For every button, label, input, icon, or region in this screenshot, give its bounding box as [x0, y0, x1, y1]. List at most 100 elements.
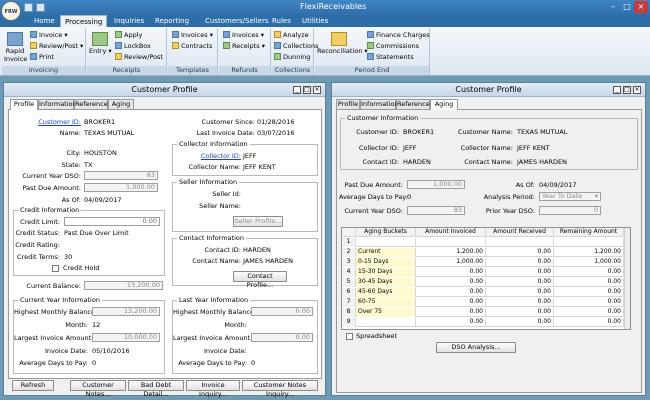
grid-cell-amount-received[interactable]: 0.00 — [486, 318, 554, 327]
commissions-button[interactable]: Commissions — [367, 42, 419, 50]
grid-cell-amount-invoiced[interactable]: 1,200.00 — [416, 248, 486, 257]
invoice-inquiry-button[interactable]: Invoice Inquiry... — [186, 380, 240, 398]
customer-notes-inquiry-button[interactable]: Customer Notes Inquiry... — [242, 380, 318, 398]
maximize-icon[interactable]: □ — [620, 1, 634, 13]
app-logo[interactable]: FRW — [1, 1, 21, 21]
table-row[interactable]: 8 Over 75 0.00 0.00 0.00 — [342, 308, 630, 317]
grid-cell-amount-received[interactable]: 0.00 — [486, 298, 554, 307]
grid-cell-remaining-amount[interactable] — [554, 238, 624, 247]
window-minimize-icon[interactable]: _ — [613, 86, 621, 94]
grid-scrollbar[interactable] — [624, 228, 630, 329]
apply-button[interactable]: Apply — [115, 31, 142, 39]
collections-button[interactable]: Collections — [274, 42, 319, 50]
dso-analysis-button[interactable]: DSO Analysis... — [436, 342, 516, 353]
review-post-button[interactable]: Review/Post ▾ — [30, 42, 83, 50]
tab-reference[interactable]: Reference — [74, 99, 108, 109]
tab-information[interactable]: Information — [360, 99, 399, 109]
table-row[interactable]: 3 0-15 Days 1,000.00 0.00 1,000.00 — [342, 258, 630, 267]
quick-access-undo-icon[interactable] — [36, 3, 45, 12]
grid-cell-remaining-amount[interactable]: 0.00 — [554, 288, 624, 297]
grid-header-amount-invoiced[interactable]: Amount Invoiced — [416, 228, 486, 237]
table-row[interactable]: 2 Current 1,200.00 0.00 1,200.00 — [342, 248, 630, 257]
grid-cell-remaining-amount[interactable]: 0.00 — [554, 278, 624, 287]
grid-cell-remaining-amount[interactable]: 0.00 — [554, 318, 624, 327]
grid-cell-aging-bucket[interactable]: 45-60 Days — [356, 288, 416, 297]
table-row[interactable]: 5 30-45 Days 0.00 0.00 0.00 — [342, 278, 630, 287]
grid-header-remaining-amount[interactable]: Remaining Amount — [554, 228, 624, 237]
grid-cell-amount-received[interactable]: 0.00 — [486, 308, 554, 317]
table-row[interactable]: 1 — [342, 238, 630, 247]
grid-cell-amount-received[interactable]: 0.00 — [486, 258, 554, 267]
tab-customers-sellers[interactable]: Customers/Sellers — [205, 15, 268, 27]
minimize-icon[interactable]: – — [606, 1, 620, 13]
table-row[interactable]: 7 60-75 0.00 0.00 0.00 — [342, 298, 630, 307]
reconciliation-button[interactable]: Reconciliation ▾ — [317, 32, 368, 55]
grid-cell-amount-invoiced[interactable] — [416, 238, 486, 247]
seller-profile-button[interactable]: Seller Profile... — [233, 216, 283, 227]
tab-profile[interactable]: Profile — [336, 99, 360, 109]
grid-cell-remaining-amount[interactable]: 1,200.00 — [554, 248, 624, 257]
grid-cell-remaining-amount[interactable]: 1,000.00 — [554, 258, 624, 267]
tab-profile[interactable]: Profile — [10, 99, 38, 110]
grid-cell-remaining-amount[interactable]: 0.00 — [554, 308, 624, 317]
grid-cell-aging-bucket[interactable]: Over 75 — [356, 308, 416, 317]
tab-aging[interactable]: Aging — [108, 99, 134, 109]
tab-reporting[interactable]: Reporting — [155, 15, 189, 27]
quick-access-save-icon[interactable] — [24, 3, 33, 12]
rapid-invoice-button[interactable]: Rapid Invoice — [4, 32, 27, 63]
grid-cell-amount-invoiced[interactable]: 0.00 — [416, 278, 486, 287]
grid-cell-amount-invoiced[interactable]: 0.00 — [416, 268, 486, 277]
aging-grid[interactable]: Aging Buckets Amount Invoiced Amount Rec… — [341, 227, 631, 330]
grid-cell-amount-invoiced[interactable]: 0.00 — [416, 288, 486, 297]
grid-cell-amount-invoiced[interactable]: 0.00 — [416, 318, 486, 327]
grid-header-amount-received[interactable]: Amount Received — [486, 228, 554, 237]
tab-rules[interactable]: Rules — [272, 15, 291, 27]
tab-reference[interactable]: Reference — [396, 99, 430, 109]
grid-cell-amount-invoiced[interactable]: 1,000.00 — [416, 258, 486, 267]
bad-debt-detail-button[interactable]: Bad Debt Detail... — [128, 380, 184, 398]
tab-home[interactable]: Home — [34, 15, 55, 27]
grid-header-aging-buckets[interactable]: Aging Buckets — [356, 228, 416, 237]
contracts-button[interactable]: Contracts — [172, 42, 212, 50]
grid-cell-remaining-amount[interactable]: 0.00 — [554, 298, 624, 307]
invoice-button[interactable]: Invoice ▾ — [30, 31, 68, 39]
grid-cell-amount-invoiced[interactable]: 0.00 — [416, 298, 486, 307]
customer-notes-button[interactable]: Customer Notes... — [70, 380, 126, 398]
tab-aging[interactable]: Aging — [430, 99, 458, 110]
window-maximize-icon[interactable]: □ — [623, 86, 631, 94]
statements-button[interactable]: Statements — [367, 53, 414, 61]
refunds-receipts-button[interactable]: Receipts ▾ — [223, 42, 265, 50]
analyze-button[interactable]: Analyze — [274, 31, 309, 39]
tab-inquiries[interactable]: Inquiries — [114, 15, 144, 27]
dunning-button[interactable]: Dunning — [274, 53, 310, 61]
grid-cell-aging-bucket[interactable]: 30-45 Days — [356, 278, 416, 287]
close-icon[interactable]: × — [634, 1, 648, 13]
receipts-review-post-button[interactable]: Review/Post — [115, 53, 163, 61]
grid-cell-aging-bucket[interactable]: 60-75 — [356, 298, 416, 307]
credit-limit-field[interactable]: 0.00 — [64, 217, 160, 226]
analysis-period-select[interactable]: Year To Date ▾ — [539, 192, 601, 201]
table-row[interactable]: 6 45-60 Days 0.00 0.00 0.00 — [342, 288, 630, 297]
spreadsheet-checkbox[interactable] — [346, 333, 353, 340]
grid-cell-amount-received[interactable]: 0.00 — [486, 248, 554, 257]
collector-id-link[interactable]: Collector ID: — [173, 152, 241, 160]
credit-hold-checkbox[interactable] — [52, 265, 59, 272]
window-close-icon[interactable]: × — [633, 86, 641, 94]
contact-profile-button[interactable]: Contact Profile... — [233, 271, 287, 289]
grid-cell-amount-received[interactable]: 0.00 — [486, 288, 554, 297]
tab-utilities[interactable]: Utilities — [302, 15, 328, 27]
refunds-invoices-button[interactable]: Invoices ▾ — [223, 31, 264, 39]
grid-cell-aging-bucket[interactable] — [356, 238, 416, 247]
grid-cell-amount-received[interactable]: 0.00 — [486, 268, 554, 277]
print-button[interactable]: Print — [30, 53, 54, 61]
customer-id-link[interactable]: Customer ID: — [11, 118, 81, 126]
window-maximize-icon[interactable]: □ — [303, 86, 311, 94]
lockbox-button[interactable]: LockBox — [115, 42, 151, 50]
entry-button[interactable]: Entry ▾ — [89, 32, 112, 55]
grid-cell-amount-received[interactable]: 0.00 — [486, 278, 554, 287]
window-close-icon[interactable]: × — [313, 86, 321, 94]
grid-cell-amount-received[interactable] — [486, 238, 554, 247]
finance-charges-button[interactable]: Finance Charges — [367, 31, 430, 39]
grid-cell-amount-invoiced[interactable]: 0.00 — [416, 308, 486, 317]
table-row[interactable]: 9 0.00 0.00 0.00 — [342, 318, 630, 327]
